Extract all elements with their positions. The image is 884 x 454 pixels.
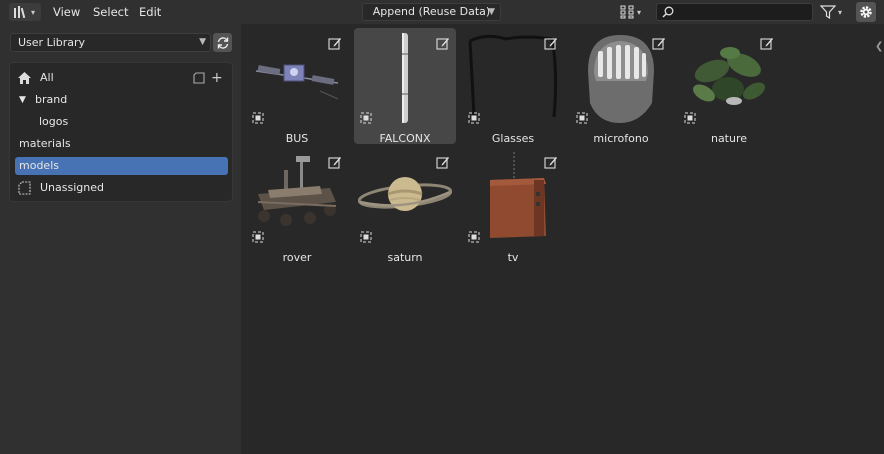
edit-icon[interactable]: [544, 36, 558, 50]
asset-label: rover: [282, 251, 312, 264]
library-select[interactable]: User Library ▼: [10, 33, 211, 52]
sidebar-collapse-arrow-icon[interactable]: ❮: [875, 41, 883, 52]
menu-edit[interactable]: Edit: [137, 4, 163, 20]
object-type-icon: [252, 112, 264, 124]
edit-icon[interactable]: [328, 155, 342, 169]
import-method-label: Append (Reuse Data): [372, 5, 491, 18]
refresh-library-button[interactable]: [213, 33, 232, 52]
home-icon: [18, 72, 31, 84]
display-mode-button[interactable]: ▾: [620, 3, 648, 21]
catalog-item-label: Unassigned: [40, 181, 104, 194]
object-type-icon: [684, 112, 696, 124]
asset-label: microfono: [593, 132, 649, 145]
filter-button[interactable]: ▾: [820, 3, 850, 21]
edit-icon[interactable]: [436, 155, 450, 169]
asset-label: FALCONX: [379, 132, 431, 145]
menu-select[interactable]: Select: [91, 4, 130, 20]
asset-label: BUS: [285, 132, 309, 145]
thumbnails-grid-icon: [620, 5, 634, 19]
sidebar: User Library ▼ All + ▼ brand logos mater…: [0, 24, 241, 454]
asset-tile-bus[interactable]: BUS: [246, 28, 348, 145]
search-input[interactable]: [677, 4, 807, 20]
edit-icon[interactable]: [328, 36, 342, 50]
import-method-select[interactable]: Append (Reuse Data) ▼: [362, 3, 501, 21]
catalog-item-label: All: [40, 71, 54, 84]
asset-label: Glasses: [491, 132, 535, 145]
edit-icon[interactable]: [652, 36, 666, 50]
catalog-item-label: materials: [19, 137, 71, 150]
asset-tile-rover[interactable]: rover: [246, 147, 348, 264]
asset-label: nature: [710, 132, 748, 145]
chevron-down-icon: ▾: [31, 7, 36, 17]
edit-icon[interactable]: [436, 36, 450, 50]
asset-tile-microfono[interactable]: microfono: [570, 28, 672, 145]
catalog-item-logos[interactable]: logos: [15, 113, 228, 131]
object-type-icon: [468, 231, 480, 243]
catalog-item-materials[interactable]: materials: [15, 135, 228, 153]
file-browser-icon: [14, 6, 26, 19]
asset-tile-saturn[interactable]: saturn: [354, 147, 456, 264]
chevron-down-icon: ▾: [637, 7, 642, 17]
search-field[interactable]: [656, 3, 813, 21]
asset-tile-nature[interactable]: nature: [678, 28, 780, 145]
catalog-item-label: logos: [39, 115, 69, 128]
asset-tile-tv[interactable]: tv: [462, 147, 564, 264]
refresh-icon: [217, 36, 228, 49]
object-type-icon: [252, 231, 264, 243]
disclosure-triangle-down-icon[interactable]: ▼: [19, 91, 26, 109]
asset-label: saturn: [387, 251, 423, 264]
catalog-tree: All + ▼ brand logos materials models Una: [9, 62, 233, 202]
editor-type-button[interactable]: ▾: [9, 3, 41, 21]
asset-tile-falconx[interactable]: FALCONX: [354, 28, 456, 145]
chevron-down-icon: ▼: [488, 7, 495, 17]
header-bar: ▾ View Select Edit Append (Reuse Data) ▼…: [0, 0, 884, 24]
asset-tile-glasses[interactable]: Glasses: [462, 28, 564, 145]
plus-icon: +: [211, 70, 223, 86]
catalog-item-models[interactable]: models: [15, 157, 228, 175]
object-type-icon: [360, 231, 372, 243]
catalog-item-brand[interactable]: ▼ brand: [15, 91, 228, 109]
funnel-icon: [820, 5, 836, 19]
unassigned-catalog-icon: [18, 181, 31, 195]
catalog-item-unassigned[interactable]: Unassigned: [15, 179, 228, 197]
object-type-icon: [360, 112, 372, 124]
settings-button[interactable]: [856, 2, 876, 22]
asset-grid: BUS FALCONX Glasses microfono nature rov…: [241, 24, 884, 454]
catalog-item-label: models: [19, 159, 59, 172]
menu-view[interactable]: View: [51, 4, 82, 20]
catalog-item-label: brand: [35, 93, 68, 106]
chevron-down-icon: ▾: [838, 7, 843, 17]
search-icon: [662, 6, 674, 18]
edit-icon[interactable]: [760, 36, 774, 50]
new-catalog-button[interactable]: +: [192, 70, 224, 86]
new-catalog-icon: [193, 72, 205, 84]
object-type-icon: [576, 112, 588, 124]
catalog-item-all[interactable]: All +: [15, 69, 228, 87]
gear-icon: [860, 6, 872, 18]
chevron-down-icon: ▼: [199, 37, 206, 47]
asset-label: tv: [507, 251, 519, 264]
edit-icon[interactable]: [544, 155, 558, 169]
library-select-label: User Library: [18, 36, 86, 49]
object-type-icon: [468, 112, 480, 124]
